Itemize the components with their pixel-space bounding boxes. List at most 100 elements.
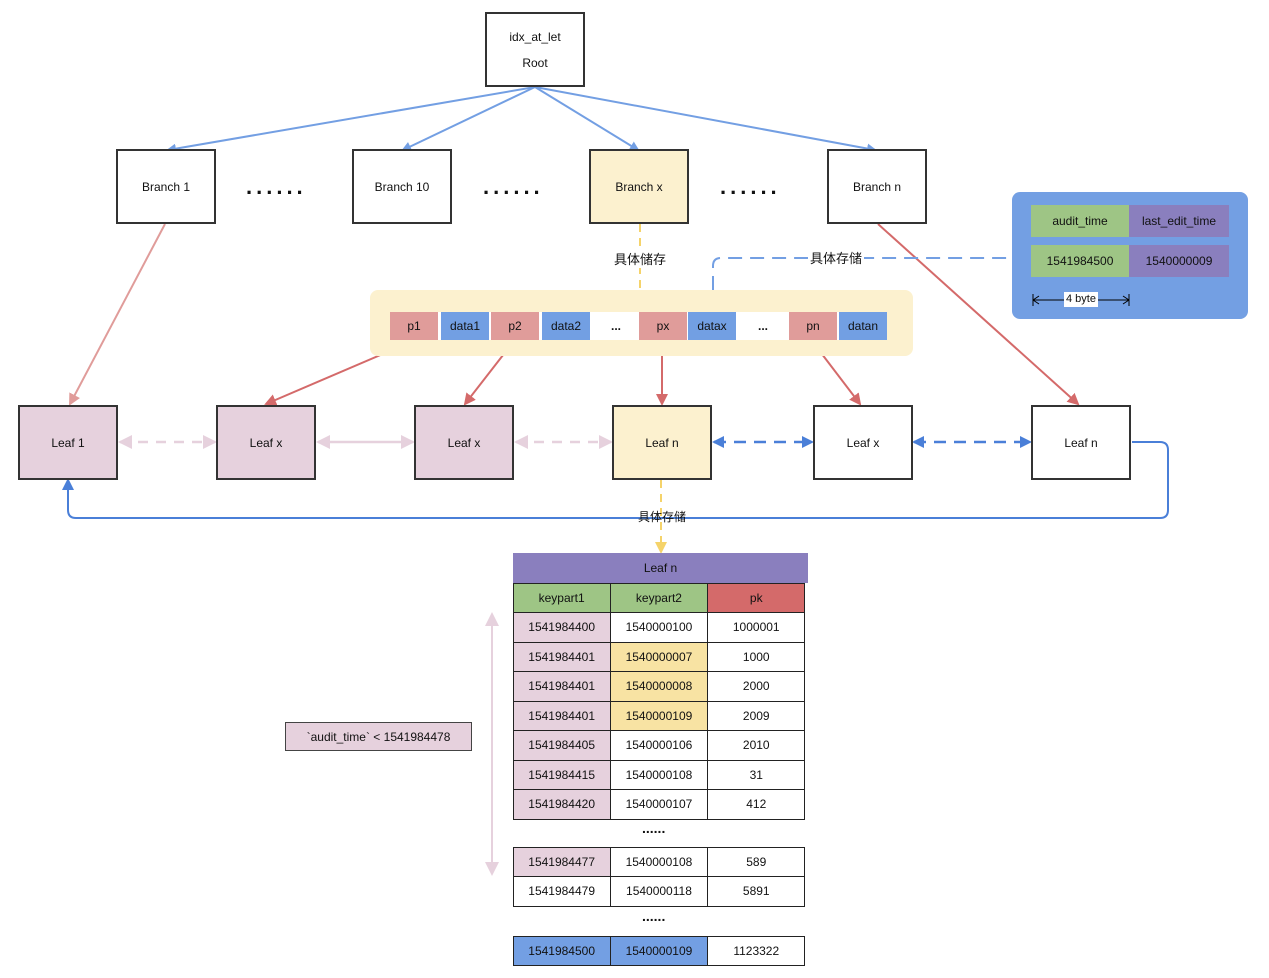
table-cell: 1540000109: [609, 700, 709, 731]
entry-ellipsis: ...: [757, 319, 768, 333]
table-cell: 2000: [707, 671, 806, 702]
column-header: keypart2: [609, 582, 709, 613]
branch-node-n[interactable]: Branch n: [827, 149, 927, 224]
leaf-label: Leaf n: [645, 435, 679, 450]
record-header-last-edit-time: last_edit_time: [1129, 205, 1229, 237]
entry-data: datan: [839, 312, 887, 340]
entry-data: data2: [542, 312, 590, 340]
record-info-box: audit_time last_edit_time 1541984500 154…: [1012, 192, 1248, 319]
branch-node-1[interactable]: Branch 1: [116, 149, 216, 224]
leaf-label: Leaf x: [447, 435, 481, 450]
table-row: 1541984401 1540000008 2000: [512, 671, 808, 702]
table-row: 1541984479 1540000118 5891: [512, 876, 808, 907]
table-row: 1541984415 1540000108 31: [512, 759, 808, 790]
table-cell: 1541984420: [512, 789, 611, 820]
table-cell: 1540000108: [609, 846, 709, 877]
table-ellipsis: ......: [642, 820, 666, 836]
record-header-audit-time: audit_time: [1031, 205, 1129, 237]
table-cell: 1540000008: [609, 671, 709, 702]
edge-root-branch1: [166, 86, 536, 154]
table-cell: 412: [707, 789, 806, 820]
leaf-label: Leaf 1: [51, 435, 85, 450]
table-row: 1541984500 1540000109 1123322: [512, 935, 808, 966]
table-row: 1541984401 1540000109 2009: [512, 700, 808, 731]
edge-root-branch10: [401, 86, 536, 152]
entry-pointer: p1: [390, 312, 438, 340]
root-node[interactable]: idx_at_let Root: [485, 12, 585, 87]
leaf-label: Leaf n: [1064, 435, 1098, 450]
column-header: pk: [707, 582, 806, 613]
table-row: 1541984477 1540000108 589: [512, 846, 808, 877]
record-value-last-edit-time: 1540000009: [1129, 245, 1229, 277]
table-cell: 1541984400: [512, 612, 611, 643]
root-label: Root: [522, 55, 548, 70]
table-cell: 1540000100: [609, 612, 709, 643]
table-cell: 31: [707, 759, 806, 790]
connectors: [62, 86, 1169, 876]
leaf-label: Leaf x: [249, 435, 283, 450]
leaf-label: Leaf x: [846, 435, 880, 450]
table-cell: 5891: [707, 876, 806, 907]
branch-label: Branch n: [852, 179, 902, 194]
table-cell: 1541984477: [512, 846, 611, 877]
branch-ellipsis: ......: [483, 174, 544, 199]
branch-node-x[interactable]: Branch x: [589, 149, 689, 224]
branch-label: Branch x: [615, 179, 663, 194]
table-cell: 589: [707, 846, 806, 877]
table-ellipsis: ......: [642, 908, 666, 924]
table-row: 1541984400 1540000100 1000001: [512, 612, 808, 643]
table-row: 1541984401 1540000007 1000: [512, 641, 808, 672]
leaf-storage-label: 具体存储: [638, 510, 687, 524]
leaf-table-group2: 1541984477 1540000108 589 1541984479 154…: [512, 846, 808, 907]
filter-condition: `audit_time` < 1541984478: [285, 722, 472, 751]
leaf-node[interactable]: Leaf x: [216, 405, 316, 480]
size-label: 4 byte: [1064, 292, 1098, 307]
entry-pointer: px: [639, 312, 687, 340]
record-value-audit-time: 1541984500: [1031, 245, 1129, 277]
table-cell: 1000001: [707, 612, 806, 643]
leaf-node[interactable]: Leaf 1: [18, 405, 118, 480]
entries-row: p1 data1 p2 data2 ... px datax ... pn da…: [390, 312, 887, 340]
table-cell: 1541984401: [512, 700, 611, 731]
entry-data: data1: [441, 312, 489, 340]
leaf-node[interactable]: Leaf n: [612, 405, 712, 480]
edge-branch1-leaf1: [69, 223, 166, 406]
leaf-table: Leaf n keypart1 keypart2 pk 1541984400 1…: [512, 553, 808, 820]
table-cell: 1000: [707, 641, 806, 672]
data-storage-label: 具体存储: [808, 248, 865, 267]
leaf-table-title: Leaf n: [513, 553, 808, 583]
table-cell: 1541984401: [512, 641, 611, 672]
table-cell: 1541984500: [512, 935, 611, 966]
root-index-name: idx_at_let: [509, 29, 561, 44]
leaf-table-group3: 1541984500 1540000109 1123322: [512, 935, 808, 966]
table-cell: 1540000109: [609, 935, 709, 966]
branch-label: Branch 10: [374, 179, 430, 194]
table-cell: 2010: [707, 730, 806, 761]
table-cell: 1541984401: [512, 671, 611, 702]
branch-node-10[interactable]: Branch 10: [352, 149, 452, 224]
entry-pointer: p2: [491, 312, 539, 340]
entry-data: datax: [688, 312, 736, 340]
branch-storage-label: 具体储存: [612, 249, 669, 268]
table-cell: 2009: [707, 700, 806, 731]
table-cell: 1540000108: [609, 759, 709, 790]
table-cell: 1540000106: [609, 730, 709, 761]
branch-ellipsis: ......: [720, 174, 781, 199]
table-cell: 1541984479: [512, 876, 611, 907]
table-cell: 1540000007: [609, 641, 709, 672]
leaf-node[interactable]: Leaf x: [813, 405, 913, 480]
leaf-node[interactable]: Leaf n: [1031, 405, 1131, 480]
branch-label: Branch 1: [141, 179, 191, 194]
table-cell: 1123322: [707, 935, 806, 966]
table-cell: 1540000118: [609, 876, 709, 907]
table-row: 1541984420 1540000107 412: [512, 789, 808, 820]
leaf-node[interactable]: Leaf x: [414, 405, 514, 480]
table-row: 1541984405 1540000106 2010: [512, 730, 808, 761]
entry-pointer: pn: [789, 312, 837, 340]
table-cell: 1541984415: [512, 759, 611, 790]
table-cell: 1541984405: [512, 730, 611, 761]
table-cell: 1540000107: [609, 789, 709, 820]
branch-ellipsis: ......: [246, 174, 307, 199]
entry-ellipsis: ...: [610, 319, 621, 333]
column-header: keypart1: [512, 582, 611, 613]
